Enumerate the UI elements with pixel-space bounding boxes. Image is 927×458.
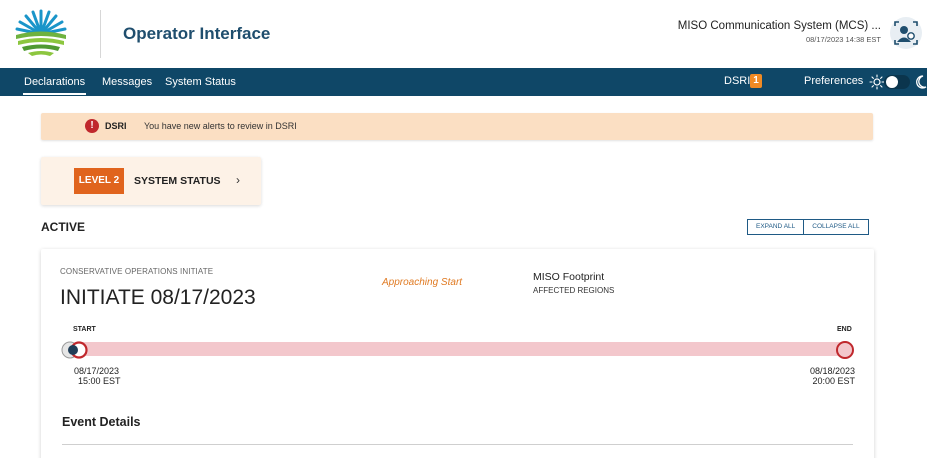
active-heading: ACTIVE [41,220,86,234]
affected-region: MISO Footprint [533,271,605,283]
timeline-start-date: 08/17/2023 [74,366,120,376]
system-status-label: SYSTEM STATUS [134,175,221,187]
alert-title: DSRI [105,121,127,131]
chevron-right-icon[interactable]: › [236,173,240,187]
level-badge: LEVEL 2 [74,168,124,194]
nav-tab-messages[interactable]: Messages [102,76,152,88]
user-settings-icon[interactable] [889,16,923,50]
expand-collapse-group: EXPAND ALL COLLAPSE ALL [747,219,869,235]
timeline-end-time: 20:00 EST [812,376,855,386]
expand-all-button[interactable]: EXPAND ALL [748,220,803,234]
app-header: Operator Interface MISO Communication Sy… [0,0,927,68]
main-nav: Declarations Messages System Status DSRI… [0,68,927,96]
nav-dsri-link[interactable]: DSRI [724,75,750,87]
timeline-end-marker-icon [836,341,854,359]
dsri-alert-banner[interactable]: ! DSRI You have new alerts to review in … [41,113,873,140]
alert-message: You have new alerts to review in DSRI [144,121,297,131]
event-category: CONSERVATIVE OPERATIONS INITIATE [60,267,214,276]
event-details-divider [62,444,853,445]
nav-tab-declarations[interactable]: Declarations [22,76,87,95]
affected-regions-label: AFFECTED REGIONS [533,286,615,295]
theme-toggle-knob [886,76,898,88]
nav-tab-system-status[interactable]: System Status [165,76,236,88]
event-title: INITIATE 08/17/2023 [60,286,256,309]
preferences-link[interactable]: Preferences [804,75,863,87]
header-divider [100,10,101,58]
theme-toggle[interactable] [884,75,910,89]
timeline-start-label: START [73,326,96,333]
system-name[interactable]: MISO Communication System (MCS) ... [678,20,881,32]
timeline-end-date: 08/18/2023 [809,366,855,376]
system-status-card[interactable]: LEVEL 2 SYSTEM STATUS › [41,157,261,205]
event-status: Approaching Start [382,277,463,288]
moon-icon[interactable] [913,74,927,90]
sun-fields-logo[interactable] [14,8,68,58]
timeline-end-label: END [837,326,852,333]
event-details-heading[interactable]: Event Details [62,415,141,429]
timeline-bar [77,342,849,356]
timeline-start-marker-icon [61,341,88,359]
timeline-start-time: 15:00 EST [78,376,121,386]
exclamation-icon: ! [85,119,99,133]
event-card[interactable]: CONSERVATIVE OPERATIONS INITIATE INITIAT… [41,249,874,458]
sun-icon[interactable] [869,74,885,90]
app-title: Operator Interface [123,24,271,43]
system-datetime: 08/17/2023 14:38 EST [805,35,881,44]
collapse-all-button[interactable]: COLLAPSE ALL [803,220,867,234]
dsri-count-badge: 1 [750,74,762,88]
